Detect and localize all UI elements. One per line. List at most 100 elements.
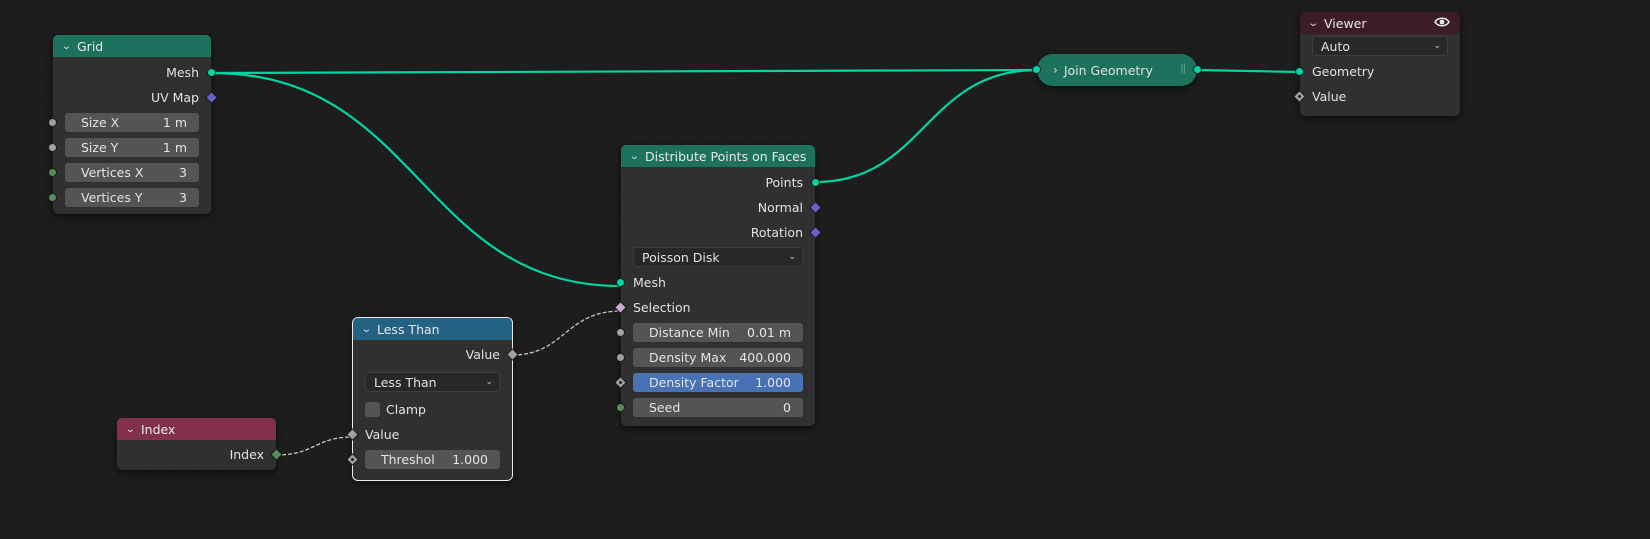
less-than-node-header[interactable]: ⌄ Less Than <box>353 318 512 340</box>
operation-row: Less Than ⌄ <box>353 367 512 397</box>
socket-label: Mesh <box>633 275 666 290</box>
socket-label: Rotation <box>750 225 803 240</box>
float-field-socket[interactable] <box>1293 90 1306 103</box>
rotation-socket[interactable] <box>809 226 822 239</box>
float-field-socket[interactable] <box>614 376 627 389</box>
integer-socket[interactable] <box>48 168 57 177</box>
density-max-field[interactable]: Density Max 400.000 <box>633 348 803 367</box>
integer-socket[interactable] <box>616 403 625 412</box>
field-value: 1.000 <box>755 375 791 390</box>
geometry-socket[interactable] <box>1193 65 1202 74</box>
input-distance-min: Distance Min 0.01 m <box>616 320 815 345</box>
join-geometry-node[interactable]: › Join Geometry || <box>1032 54 1202 86</box>
chevron-down-icon[interactable]: ⌄ <box>1308 18 1326 29</box>
vertices-y-field[interactable]: Vertices Y 3 <box>65 188 199 207</box>
link-grid-mesh-to-distribute <box>211 71 622 288</box>
geometry-socket[interactable] <box>616 278 625 287</box>
float-field-socket[interactable] <box>346 453 359 466</box>
grid-node-header[interactable]: ⌄ Grid <box>53 35 211 57</box>
vector-socket[interactable] <box>205 91 218 104</box>
index-node[interactable]: ⌄ Index Index <box>117 418 283 470</box>
field-label: Vertices Y <box>81 190 143 205</box>
float-socket[interactable] <box>616 328 625 337</box>
socket-label: Value <box>1312 89 1347 104</box>
input-threshold: Threshol 1.000 <box>346 447 512 472</box>
dropdown-value: Poisson Disk <box>642 249 720 265</box>
geometry-socket[interactable] <box>1295 67 1304 76</box>
clamp-checkbox[interactable] <box>365 402 380 417</box>
size-x-field[interactable]: Size X 1 m <box>65 113 199 132</box>
output-uv-map: UV Map <box>53 85 218 110</box>
distribute-node-header[interactable]: ⌄ Distribute Points on Faces <box>621 145 815 167</box>
density-factor-field[interactable]: Density Factor 1.000 <box>633 373 803 392</box>
chevron-down-icon[interactable]: ⌄ <box>125 424 143 435</box>
grid-node[interactable]: ⌄ Grid Mesh UV Map Size X 1 m Size Y 1 m V… <box>48 35 218 214</box>
chevron-down-icon: ⌄ <box>1433 41 1441 51</box>
geometry-socket[interactable] <box>207 68 216 77</box>
float-socket[interactable] <box>616 353 625 362</box>
eye-icon[interactable] <box>1434 15 1450 32</box>
field-value: 1.000 <box>452 452 488 467</box>
socket-label: Mesh <box>166 65 199 80</box>
float-field-socket[interactable] <box>346 428 359 441</box>
clamp-row: Clamp <box>353 397 512 422</box>
boolean-field-socket[interactable] <box>506 348 519 361</box>
size-y-field[interactable]: Size Y 1 m <box>65 138 199 157</box>
input-geometry: Geometry <box>1295 59 1460 84</box>
field-value: 0.01 m <box>747 325 791 340</box>
index-node-header[interactable]: ⌄ Index <box>117 418 276 440</box>
field-value: 3 <box>179 190 187 205</box>
distribute-method-dropdown[interactable]: Poisson Disk ⌄ <box>633 247 803 267</box>
vector-socket[interactable] <box>809 201 822 214</box>
field-label: Density Factor <box>649 375 739 390</box>
viewer-node-header[interactable]: ⌄ Viewer <box>1300 12 1460 34</box>
threshold-field[interactable]: Threshol 1.000 <box>365 450 500 469</box>
geometry-socket[interactable] <box>1032 65 1041 74</box>
input-seed: Seed 0 <box>616 395 815 420</box>
chevron-down-icon[interactable]: ⌄ <box>61 41 79 52</box>
operation-dropdown[interactable]: Less Than ⌄ <box>365 372 500 392</box>
boolean-socket[interactable] <box>614 301 627 314</box>
grip-icon: || <box>1180 63 1186 74</box>
distance-min-field[interactable]: Distance Min 0.01 m <box>633 323 803 342</box>
node-title: Join Geometry <box>1063 62 1153 78</box>
output-normal: Normal <box>621 195 822 220</box>
dropdown-value: Auto <box>1321 38 1351 54</box>
socket-label: Geometry <box>1312 64 1375 79</box>
output-mesh: Mesh <box>53 60 216 85</box>
mode-row: Poisson Disk ⌄ <box>621 245 815 270</box>
socket-label: Normal <box>757 200 803 215</box>
input-vertices-y: Vertices Y 3 <box>48 185 211 210</box>
input-selection: Selection <box>614 295 815 320</box>
input-value: Value <box>1293 84 1460 109</box>
input-size-y: Size Y 1 m <box>48 135 211 160</box>
node-title: Distribute Points on Faces <box>645 148 807 164</box>
socket-label: UV Map <box>150 90 199 105</box>
input-value: Value <box>346 422 512 447</box>
checkbox-label: Clamp <box>386 402 426 417</box>
input-density-max: Density Max 400.000 <box>616 345 815 370</box>
socket-label: Selection <box>633 300 691 315</box>
viewer-node[interactable]: ⌄ Viewer Auto ⌄ Geometry Value <box>1293 12 1460 116</box>
integer-field-socket[interactable] <box>270 448 283 461</box>
geometry-socket[interactable] <box>811 178 820 187</box>
domain-dropdown[interactable]: Auto ⌄ <box>1312 36 1448 56</box>
socket-label: Points <box>765 175 803 190</box>
chevron-down-icon[interactable]: ⌄ <box>361 324 379 335</box>
float-socket[interactable] <box>48 118 57 127</box>
chevron-right-icon[interactable]: › <box>1053 63 1058 77</box>
less-than-node[interactable]: ⌄ Less Than Value Less Than ⌄ Clamp Value… <box>346 317 519 481</box>
field-value: 0 <box>783 400 791 415</box>
field-label: Distance Min <box>649 325 730 340</box>
float-socket[interactable] <box>48 143 57 152</box>
chevron-down-icon[interactable]: ⌄ <box>629 151 647 162</box>
vertices-x-field[interactable]: Vertices X 3 <box>65 163 199 182</box>
node-title: Grid <box>77 38 104 54</box>
field-label: Threshol <box>381 452 435 467</box>
input-vertices-x: Vertices X 3 <box>48 160 211 185</box>
integer-socket[interactable] <box>48 193 57 202</box>
link-distribute-points-to-join <box>814 68 1038 184</box>
distribute-points-node[interactable]: ⌄ Distribute Points on Faces Points Norm… <box>614 145 822 426</box>
node-title: Less Than <box>377 321 440 337</box>
seed-field[interactable]: Seed 0 <box>633 398 803 417</box>
